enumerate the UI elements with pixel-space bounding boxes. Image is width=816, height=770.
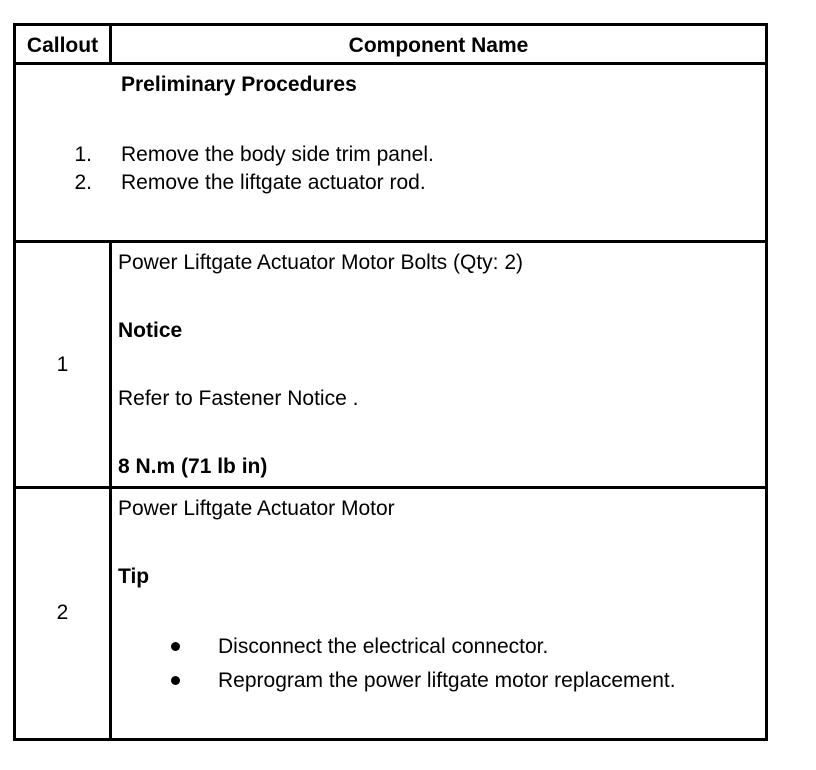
column-divider xyxy=(109,489,112,738)
component-name: Power Liftgate Actuator Motor Bolts (Qty… xyxy=(118,251,523,274)
table-row: 1 Power Liftgate Actuator Motor Bolts (Q… xyxy=(13,243,768,489)
header-callout: Callout xyxy=(26,34,99,57)
step-text: Remove the body side trim panel. xyxy=(121,143,434,166)
step-number: 2. xyxy=(74,171,92,194)
table-row: 2 Power Liftgate Actuator Motor Tip Disc… xyxy=(13,489,768,741)
callout-number: 1 xyxy=(56,353,69,376)
table-header-row: Callout Component Name xyxy=(13,23,768,65)
bullet-icon xyxy=(171,642,180,651)
tip-bullet-text: Reprogram the power liftgate motor repla… xyxy=(218,669,676,692)
torque-spec: 8 N.m (71 lb in) xyxy=(118,455,268,478)
notice-title: Notice xyxy=(118,319,183,342)
component-table: Callout Component Name Preliminary Proce… xyxy=(13,23,768,741)
preliminary-title: Preliminary Procedures xyxy=(121,73,357,96)
tip-bullet-text: Disconnect the electrical connector. xyxy=(218,635,549,658)
column-divider xyxy=(109,243,112,486)
step-number: 1. xyxy=(74,143,92,166)
header-component-name: Component Name xyxy=(348,34,529,57)
tip-title: Tip xyxy=(118,565,150,588)
component-name: Power Liftgate Actuator Motor xyxy=(118,497,395,520)
step-text: Remove the liftgate actuator rod. xyxy=(121,171,426,194)
notice-text: Refer to Fastener Notice . xyxy=(118,387,359,410)
bullet-icon xyxy=(171,676,180,685)
callout-number: 2 xyxy=(56,601,69,624)
preliminary-procedures-row: Preliminary Procedures 1. Remove the bod… xyxy=(13,65,768,243)
